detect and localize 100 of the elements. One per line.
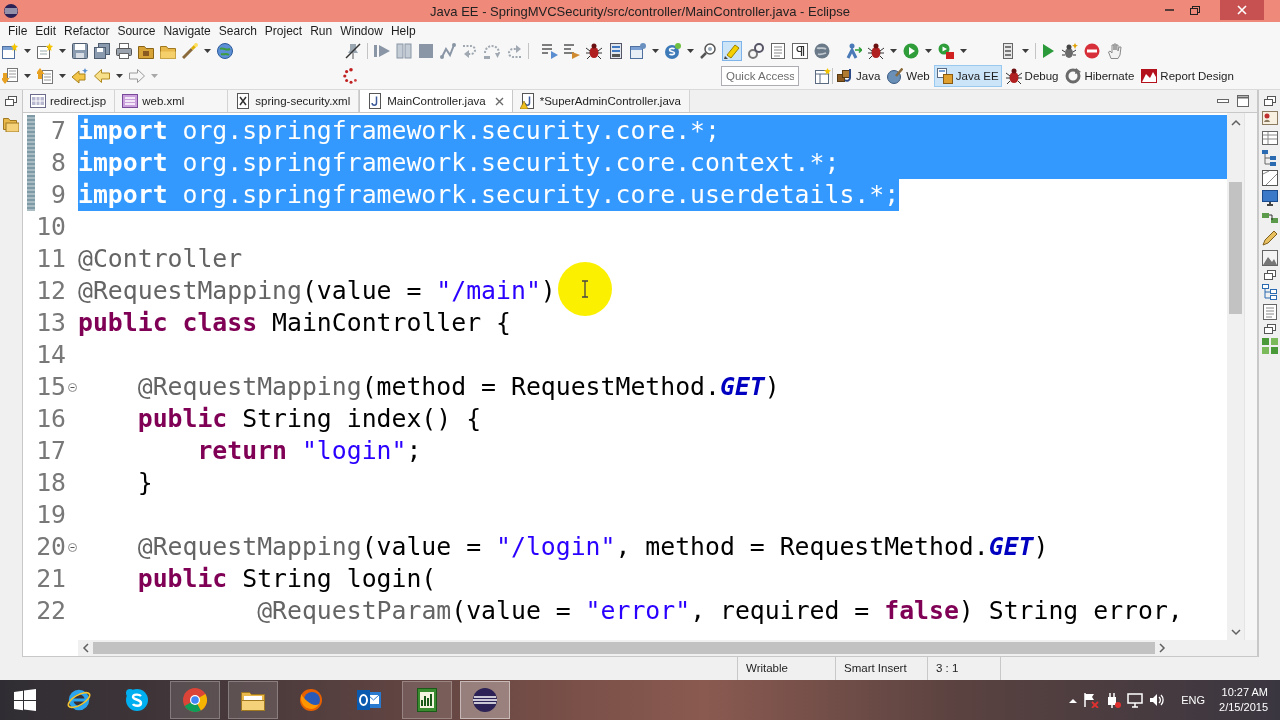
play-icon[interactable] [1040, 43, 1056, 59]
contact-card-icon[interactable] [1261, 110, 1278, 126]
restore-icon[interactable] [1263, 270, 1276, 280]
figure-icon[interactable] [846, 43, 862, 59]
perspective-button[interactable]: Hibernate [1062, 64, 1138, 87]
perspective-button[interactable]: Report Design [1138, 64, 1237, 87]
tree-icon[interactable] [1261, 284, 1278, 300]
taskbar-button[interactable] [460, 681, 510, 719]
fold-minus-icon[interactable] [67, 382, 77, 392]
caret-icon[interactable] [116, 73, 123, 78]
arrow-right-icon[interactable] [129, 67, 145, 84]
menu-item[interactable]: Run [306, 23, 337, 39]
folder-icon[interactable] [160, 43, 176, 59]
folders-icon[interactable] [3, 116, 19, 132]
document-icon[interactable] [1261, 304, 1278, 320]
play-circle-icon[interactable] [903, 43, 919, 59]
caret-icon[interactable] [24, 49, 31, 53]
menu-item[interactable]: Help [386, 23, 420, 39]
fold-minus-icon[interactable] [67, 542, 77, 552]
language-indicator[interactable]: ENG [1181, 694, 1206, 706]
stop-square-icon[interactable] [418, 43, 434, 59]
perspective-button[interactable]: Debug [1002, 64, 1062, 87]
caret-icon[interactable] [24, 73, 31, 78]
bug-icon[interactable] [1062, 43, 1078, 59]
bug-icon[interactable] [586, 43, 602, 59]
printer-icon[interactable] [116, 43, 132, 59]
table-icon[interactable] [1261, 130, 1278, 146]
menu-item[interactable]: Edit [31, 23, 61, 39]
arrow-down-icon[interactable] [2, 67, 18, 84]
taskbar-button[interactable] [228, 681, 278, 719]
chevron-down-icon[interactable] [1230, 629, 1241, 636]
monitor-icon[interactable] [1261, 190, 1278, 206]
clock-date[interactable]: 2/15/2015 [1219, 700, 1268, 715]
dotted-arrow-icon[interactable] [484, 43, 500, 59]
arrow-up-icon[interactable] [37, 67, 53, 84]
swirl-circle-icon[interactable] [665, 43, 681, 59]
flag-icon[interactable] [1083, 692, 1100, 708]
scrollbar-thumb[interactable] [93, 642, 1155, 654]
menu-item[interactable]: Source [113, 23, 160, 39]
editor-tab[interactable]: spring-security.xml [228, 90, 360, 112]
perspective-button[interactable]: Java [834, 64, 884, 87]
close-icon[interactable] [494, 96, 504, 106]
spinner-icon[interactable] [343, 67, 359, 84]
image-icon[interactable] [1261, 250, 1278, 266]
slashed-square-icon[interactable] [1261, 170, 1278, 186]
paragraph-mark-icon[interactable] [792, 43, 808, 59]
taskbar-button[interactable] [402, 681, 452, 719]
document-icon[interactable] [770, 43, 786, 59]
horizontal-scrollbar[interactable] [78, 640, 1227, 656]
dotted-arrow-icon[interactable] [506, 43, 522, 59]
bug-icon[interactable] [868, 43, 884, 59]
menu-item[interactable]: File [4, 23, 32, 39]
minimize-icon[interactable] [1217, 99, 1229, 103]
package-folder-icon[interactable] [138, 43, 154, 59]
scrollbar-thumb[interactable] [1229, 182, 1242, 314]
caret-icon[interactable] [652, 49, 659, 53]
pin-slashed-icon[interactable] [345, 43, 361, 59]
caret-icon[interactable] [960, 49, 967, 53]
editor-tab[interactable]: MainController.java [359, 90, 513, 112]
monitor-icon[interactable] [1127, 692, 1144, 708]
editor-tab[interactable]: web.xml [115, 90, 229, 112]
highlight-toggle-button[interactable] [722, 41, 742, 61]
caret-icon[interactable] [890, 49, 897, 53]
disks-icon[interactable] [94, 43, 110, 59]
document-star-icon[interactable] [37, 43, 53, 59]
grid-icon[interactable] [1261, 338, 1278, 354]
menu-item[interactable]: Search [214, 23, 261, 39]
speaker-icon[interactable] [1149, 692, 1166, 708]
menu-item[interactable]: Refactor [60, 23, 114, 39]
quick-access-field[interactable]: Quick Access [721, 65, 799, 86]
menu-item[interactable]: Navigate [159, 23, 215, 39]
resume-icon[interactable] [374, 43, 390, 59]
caret-icon[interactable] [59, 49, 66, 53]
vertical-scrollbar[interactable] [1227, 113, 1244, 640]
chevron-left-icon[interactable] [82, 643, 89, 653]
perspective-button[interactable]: Web [884, 64, 933, 87]
caret-icon[interactable] [687, 49, 694, 53]
perspective-button[interactable]: Java EE [933, 64, 1002, 87]
restore-icon[interactable] [1263, 96, 1276, 106]
editor-tab[interactable]: *SuperAdminController.java [512, 90, 690, 112]
zigzag-line-icon[interactable] [440, 43, 456, 59]
magnifier-icon[interactable] [700, 43, 716, 59]
editor-tab[interactable]: redirect.jsp [23, 90, 116, 112]
restore-icon[interactable] [1263, 324, 1276, 334]
caret-up-icon[interactable] [1069, 697, 1078, 703]
hand-icon[interactable] [1106, 43, 1122, 59]
list-arrow-icon[interactable] [542, 43, 558, 59]
globe-icon[interactable] [217, 43, 233, 59]
arrow-left-icon[interactable] [94, 67, 110, 84]
chevron-right-icon[interactable] [1159, 643, 1166, 653]
close-button[interactable] [1220, 0, 1264, 20]
pen-icon[interactable] [1261, 230, 1278, 246]
no-entry-icon[interactable] [1084, 43, 1100, 59]
window-icon[interactable] [630, 43, 646, 59]
arrow-star-icon[interactable] [72, 67, 88, 84]
play-toolbox-icon[interactable] [938, 43, 954, 59]
hierarchy-icon[interactable] [1261, 150, 1278, 166]
caret-icon[interactable] [204, 49, 211, 53]
dotted-arrow-icon[interactable] [462, 43, 478, 59]
rings-icon[interactable] [748, 43, 764, 59]
